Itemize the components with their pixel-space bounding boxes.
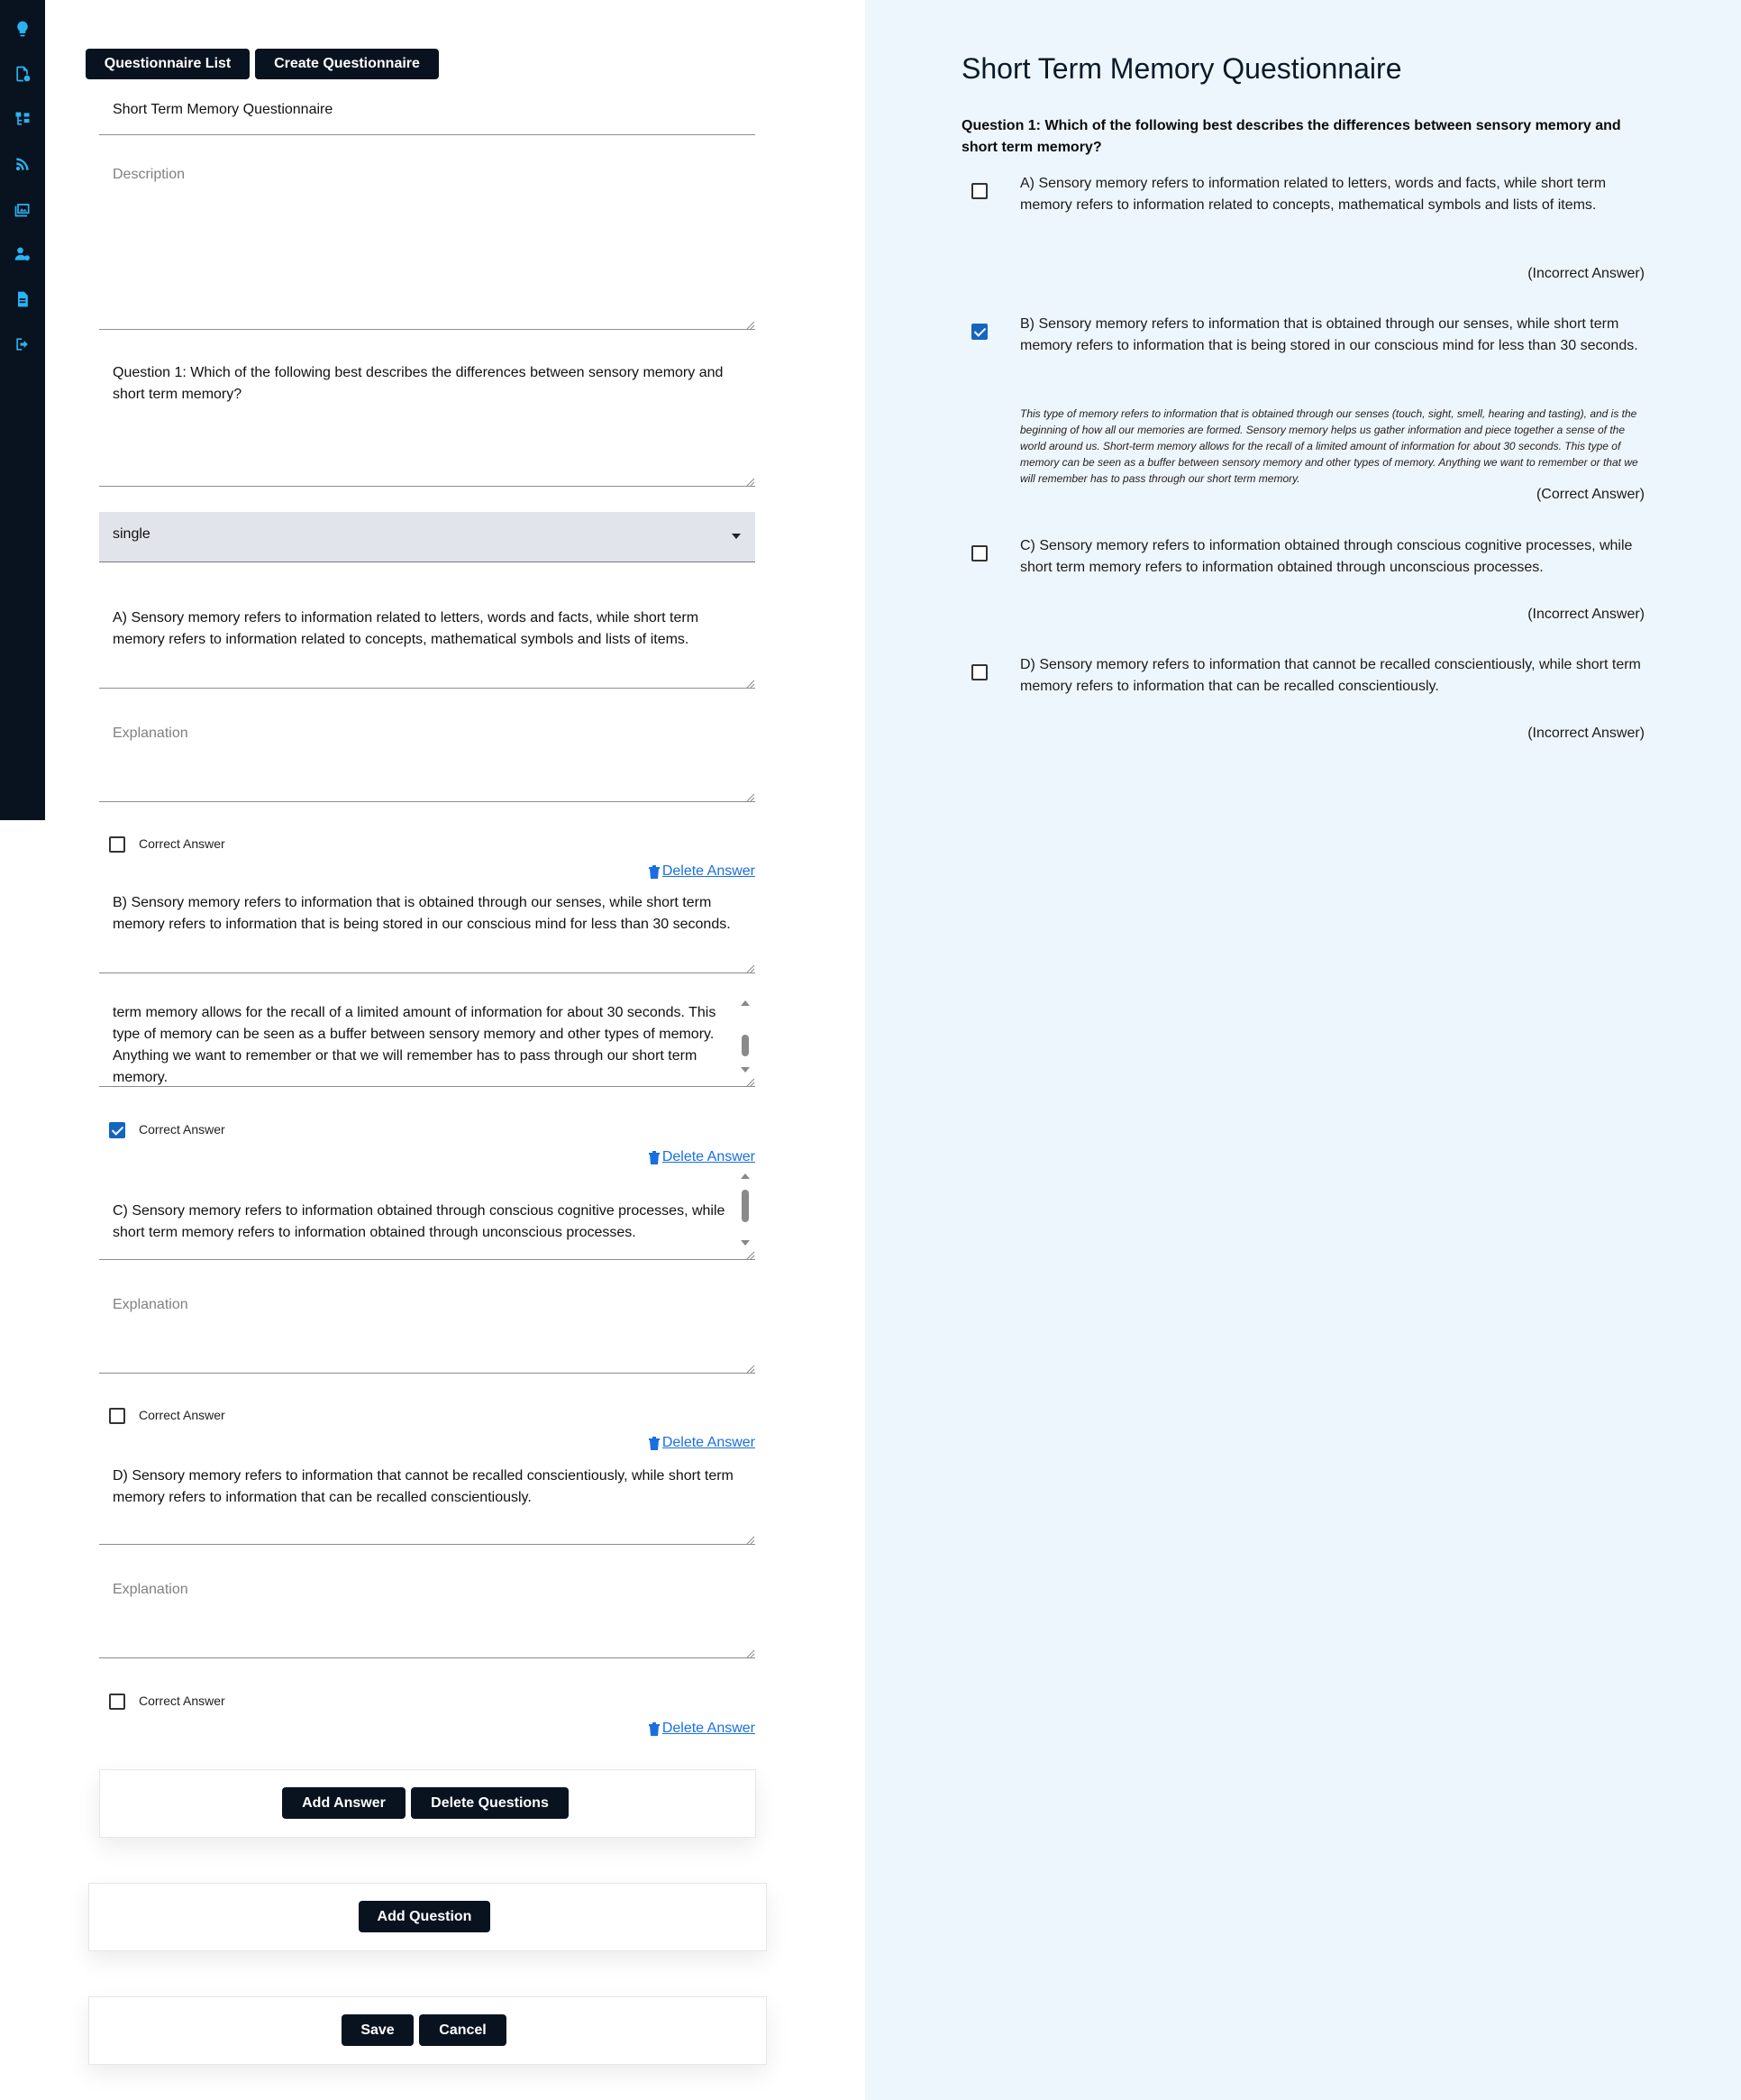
explanation-placeholder: Explanation: [113, 1297, 188, 1312]
delete-answer-b-link[interactable]: Delete Answer: [648, 1149, 755, 1165]
preview-answer-c-tag: (Incorrect Answer): [1527, 607, 1645, 622]
questionnaire-list-button[interactable]: Questionnaire List: [86, 49, 250, 79]
trash-icon: [648, 865, 660, 879]
answer-c-text: C) Sensory memory refers to information …: [113, 1203, 725, 1240]
resize-handle-icon[interactable]: [746, 475, 755, 487]
delete-answer-label: Delete Answer: [661, 1435, 755, 1450]
answer-c-scrollbar[interactable]: [741, 1173, 750, 1246]
delete-answer-label: Delete Answer: [661, 863, 755, 879]
answer-d-text-field[interactable]: D) Sensory memory refers to information …: [99, 1455, 755, 1545]
correct-answer-label: Correct Answer: [139, 1408, 225, 1422]
resize-handle-icon[interactable]: [746, 1248, 755, 1260]
answer-b-explanation-text: term memory allows for the recall of a l…: [113, 1005, 716, 1085]
resize-handle-icon[interactable]: [746, 1647, 755, 1658]
answer-a-correct-checkbox[interactable]: [109, 836, 125, 853]
add-question-button[interactable]: Add Question: [359, 1901, 490, 1932]
correct-answer-label: Correct Answer: [139, 1694, 225, 1708]
title-value: Short Term Memory Questionnaire: [113, 102, 333, 117]
preview-answer-b-checkbox[interactable]: [971, 324, 988, 340]
preview-answer-a-text: A) Sensory memory refers to information …: [1020, 176, 1607, 213]
preview-answer-b-text: B) Sensory memory refers to information …: [1020, 316, 1638, 353]
correct-answer-label: Correct Answer: [139, 836, 225, 851]
scroll-thumb[interactable]: [742, 1035, 749, 1056]
resize-handle-icon[interactable]: [746, 790, 755, 802]
delete-answer-label: Delete Answer: [661, 1721, 755, 1736]
scroll-thumb[interactable]: [742, 1190, 749, 1222]
delete-answer-label: Delete Answer: [661, 1149, 755, 1164]
create-questionnaire-button[interactable]: Create Questionnaire: [255, 49, 439, 79]
explanation-scrollbar[interactable]: [741, 1000, 750, 1073]
answer-b-explanation-field[interactable]: term memory allows for the recall of a l…: [99, 995, 755, 1087]
save-card: Save Cancel: [88, 1996, 767, 2065]
answer-d-correct-checkbox[interactable]: [109, 1694, 125, 1710]
answer-b-correct-checkbox[interactable]: [109, 1122, 125, 1138]
question-text-value: Question 1: Which of the following best …: [113, 365, 724, 402]
answer-d-explanation-field[interactable]: Explanation: [99, 1568, 755, 1658]
resize-handle-icon[interactable]: [746, 1533, 755, 1545]
chevron-down-icon: [732, 534, 741, 539]
preview-title: Short Term Memory Questionnaire: [962, 52, 1402, 85]
questionnaire-editor: Questionnaire List Create Questionnaire …: [0, 0, 865, 2100]
resize-handle-icon[interactable]: [746, 1362, 755, 1374]
answer-a-explanation-field[interactable]: Explanation: [99, 712, 755, 802]
delete-answer-a-link[interactable]: Delete Answer: [648, 863, 755, 880]
scroll-up-icon[interactable]: [741, 1000, 750, 1006]
explanation-placeholder: Explanation: [113, 1582, 188, 1597]
correct-answer-label: Correct Answer: [139, 1122, 225, 1137]
preview-answer-c-text: C) Sensory memory refers to information …: [1020, 538, 1633, 575]
answer-c-text-field[interactable]: C) Sensory memory refers to information …: [99, 1170, 755, 1260]
preview-answer-d-text: D) Sensory memory refers to information …: [1020, 657, 1641, 694]
preview-answer-a-checkbox[interactable]: [971, 183, 988, 199]
resize-handle-icon[interactable]: [746, 962, 755, 973]
save-button[interactable]: Save: [342, 2014, 414, 2046]
answer-c-correct-checkbox[interactable]: [109, 1408, 125, 1424]
trash-icon: [648, 1722, 660, 1736]
preview-answer-a-tag: (Incorrect Answer): [1527, 266, 1645, 281]
question-type-value: single: [113, 526, 150, 542]
add-answer-button[interactable]: Add Answer: [282, 1787, 406, 1819]
trash-icon: [648, 1151, 660, 1164]
trash-icon: [648, 1437, 660, 1450]
cancel-button[interactable]: Cancel: [419, 2014, 506, 2046]
add-question-card: Add Question: [88, 1883, 767, 1951]
resize-handle-icon[interactable]: [746, 1075, 755, 1086]
delete-answer-d-link[interactable]: Delete Answer: [648, 1721, 755, 1737]
description-placeholder: Description: [113, 167, 186, 182]
delete-questions-button[interactable]: Delete Questions: [411, 1787, 569, 1819]
scroll-down-icon[interactable]: [741, 1067, 750, 1073]
question-type-select[interactable]: single: [99, 512, 755, 562]
description-field[interactable]: Description: [99, 153, 755, 330]
answer-d-text: D) Sensory memory refers to information …: [113, 1468, 734, 1505]
answer-a-text-field[interactable]: A) Sensory memory refers to information …: [99, 595, 755, 689]
answer-b-text-field[interactable]: B) Sensory memory refers to information …: [99, 883, 755, 973]
explanation-placeholder: Explanation: [113, 726, 188, 741]
scroll-up-icon[interactable]: [741, 1173, 750, 1179]
preview-answer-b-tag: (Correct Answer): [1536, 487, 1645, 502]
resize-handle-icon[interactable]: [746, 677, 755, 689]
delete-answer-c-link[interactable]: Delete Answer: [648, 1435, 755, 1451]
preview-answer-c-checkbox[interactable]: [971, 545, 988, 562]
question-text-field[interactable]: Question 1: Which of the following best …: [99, 353, 755, 487]
answer-a-text: A) Sensory memory refers to information …: [113, 610, 699, 647]
preview-answer-b-explanation: This type of memory refers to informatio…: [1020, 407, 1638, 485]
preview-answer-d-checkbox[interactable]: [971, 664, 988, 680]
title-field[interactable]: Short Term Memory Questionnaire: [99, 88, 755, 135]
answer-b-text: B) Sensory memory refers to information …: [113, 895, 731, 932]
scroll-down-icon[interactable]: [741, 1240, 750, 1246]
preview-answer-d-tag: (Incorrect Answer): [1527, 726, 1645, 741]
resize-handle-icon[interactable]: [746, 318, 755, 330]
preview-question: Question 1: Which of the following best …: [962, 118, 1621, 155]
question-actions-card: Add Answer Delete Questions: [99, 1769, 756, 1838]
answer-c-explanation-field[interactable]: Explanation: [99, 1283, 755, 1374]
